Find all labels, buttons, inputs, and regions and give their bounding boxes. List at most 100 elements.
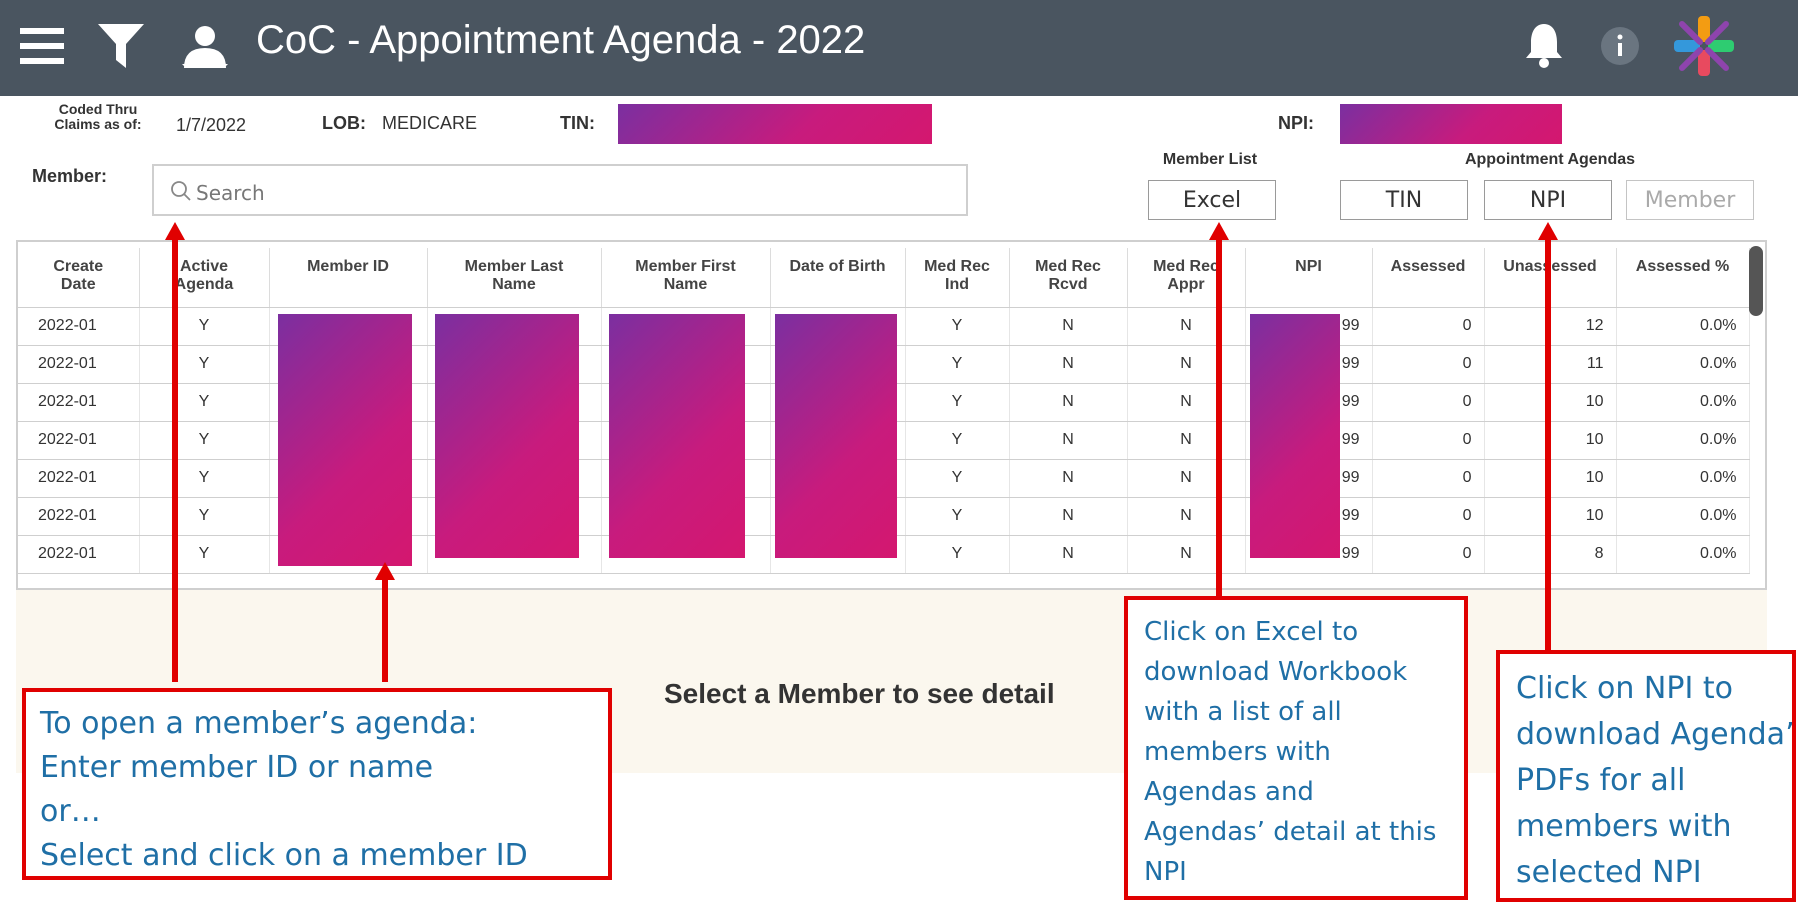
cell-med-rec-appr: N: [1127, 421, 1246, 460]
cell-assessed-pct: 0.0%: [1616, 421, 1750, 460]
column-header-line: Agenda: [174, 276, 234, 293]
column-header-line: Med Rec: [1153, 258, 1219, 275]
search-icon: [171, 181, 191, 201]
callout-line: members with: [1144, 737, 1331, 767]
npi-redacted-value: [1340, 104, 1562, 144]
lob-value: MEDICARE: [382, 113, 478, 133]
callout-open-member: To open a member’s agenda: Enter member …: [22, 688, 612, 880]
callout-line: Click on NPI to: [1516, 671, 1733, 706]
cell-assessed: 0: [1372, 497, 1485, 536]
column-header[interactable]: Member First Name: [601, 248, 771, 308]
cell-assessed-pct: 0.0%: [1616, 307, 1750, 346]
cell-assessed-pct: 0.0%: [1616, 497, 1750, 536]
column-header[interactable]: Active Agenda: [139, 248, 270, 308]
cell-assessed: 0: [1372, 459, 1485, 498]
callout-line: Enter member ID or name: [40, 750, 434, 785]
member-id-redacted: [278, 314, 412, 566]
app-header: CoC - Appointment Agenda - 2022: [0, 0, 1798, 96]
cell-med-rec-ind: Y: [905, 383, 1010, 422]
npi-column-redacted: [1250, 314, 1340, 558]
column-header-line: Date: [60, 276, 96, 293]
cell-med-rec-rcvd: N: [1009, 383, 1128, 422]
column-header[interactable]: Med Rec Ind: [905, 248, 1010, 308]
cell-med-rec-rcvd: N: [1009, 345, 1128, 384]
callout-line: download Workbook: [1144, 657, 1408, 687]
callout-line: Agendas and: [1144, 777, 1314, 807]
column-header[interactable]: Create Date: [18, 248, 140, 308]
arrow-excel: [1216, 236, 1222, 598]
member-search-input[interactable]: Search: [152, 164, 968, 216]
callout-excel: Click on Excel to download Workbook with…: [1124, 596, 1468, 900]
column-header[interactable]: Assessed %: [1616, 248, 1750, 308]
cell-med-rec-appr: N: [1127, 383, 1246, 422]
column-header[interactable]: Assessed: [1372, 248, 1485, 308]
column-header-line: Med Rec: [1035, 258, 1101, 275]
cell-create-date: 2022-01: [18, 497, 140, 536]
app-screen: { "header": { "title": "CoC - Appointmen…: [0, 0, 1798, 902]
callout-line: Agendas’ detail at this: [1144, 817, 1437, 847]
cell-med-rec-appr: N: [1127, 307, 1246, 346]
cell-med-rec-appr: N: [1127, 535, 1246, 574]
cell-med-rec-ind: Y: [905, 421, 1010, 460]
member-button[interactable]: Member: [1626, 180, 1754, 220]
table-header-row: Create Date Active Agenda Member ID Member La…: [18, 248, 1750, 308]
dob-redacted: [775, 314, 897, 558]
column-header-line: Member Last: [464, 258, 564, 275]
cell-med-rec-rcvd: N: [1009, 459, 1128, 498]
column-header[interactable]: Med Rec Appr: [1127, 248, 1246, 308]
table-scrollbar[interactable]: [1749, 246, 1763, 316]
bell-icon[interactable]: [1524, 22, 1564, 68]
tin-redacted-value: [618, 104, 932, 144]
callout-npi: Click on NPI to download Agenda’s PDFs f…: [1496, 650, 1796, 902]
callout-line: NPI: [1144, 857, 1187, 887]
cell-med-rec-ind: Y: [905, 307, 1010, 346]
tin-label: TIN:: [560, 113, 595, 133]
filter-icon[interactable]: [98, 24, 144, 68]
cell-med-rec-ind: Y: [905, 459, 1010, 498]
callout-line: members with: [1516, 809, 1732, 844]
arrow-member-id: [382, 576, 388, 682]
lob-label: LOB:: [322, 113, 366, 133]
hamburger-menu-icon[interactable]: [20, 28, 64, 64]
column-header-line: Name: [663, 276, 708, 293]
callout-line: selected NPI: [1516, 855, 1702, 890]
cell-med-rec-appr: N: [1127, 459, 1246, 498]
cell-assessed: 0: [1372, 535, 1485, 574]
cell-active-agenda: Y: [139, 345, 270, 384]
column-header[interactable]: Med Rec Rcvd: [1009, 248, 1128, 308]
column-header[interactable]: NPI: [1245, 248, 1373, 308]
excel-button[interactable]: Excel: [1148, 180, 1276, 220]
cell-create-date: 2022-01: [18, 345, 140, 384]
callout-line: with a list of all: [1144, 697, 1342, 727]
arrow-npi: [1545, 236, 1551, 652]
tin-button[interactable]: TIN: [1340, 180, 1468, 220]
coded-thru-label: Coded Thru Claims as of:: [54, 101, 142, 132]
cell-assessed: 0: [1372, 307, 1485, 346]
column-header-line: Create: [53, 258, 104, 275]
cell-med-rec-ind: Y: [905, 497, 1010, 536]
arrow-search: [172, 236, 178, 682]
cell-med-rec-rcvd: N: [1009, 421, 1128, 460]
column-header-line: NPI: [1295, 258, 1322, 275]
npi-button[interactable]: NPI: [1484, 180, 1612, 220]
last-name-redacted: [435, 314, 579, 558]
column-header-line: Member First: [635, 258, 736, 275]
column-header-line: Date of Birth: [789, 258, 886, 275]
first-name-redacted: [609, 314, 745, 558]
user-icon[interactable]: [180, 24, 230, 68]
cell-create-date: 2022-01: [18, 535, 140, 574]
column-header[interactable]: Member Last Name: [427, 248, 602, 308]
cell-med-rec-appr: N: [1127, 345, 1246, 384]
info-icon[interactable]: [1600, 26, 1640, 66]
cell-med-rec-ind: Y: [905, 345, 1010, 384]
cell-med-rec-ind: Y: [905, 535, 1010, 574]
cell-assessed-pct: 0.0%: [1616, 383, 1750, 422]
column-header[interactable]: Member ID: [269, 248, 428, 308]
cell-active-agenda: Y: [139, 459, 270, 498]
column-header-line: Member ID: [307, 258, 389, 275]
cell-active-agenda: Y: [139, 535, 270, 574]
column-header[interactable]: Date of Birth: [770, 248, 906, 308]
cell-assessed: 0: [1372, 383, 1485, 422]
arrowhead-npi: [1538, 222, 1558, 240]
cell-assessed: 0: [1372, 421, 1485, 460]
